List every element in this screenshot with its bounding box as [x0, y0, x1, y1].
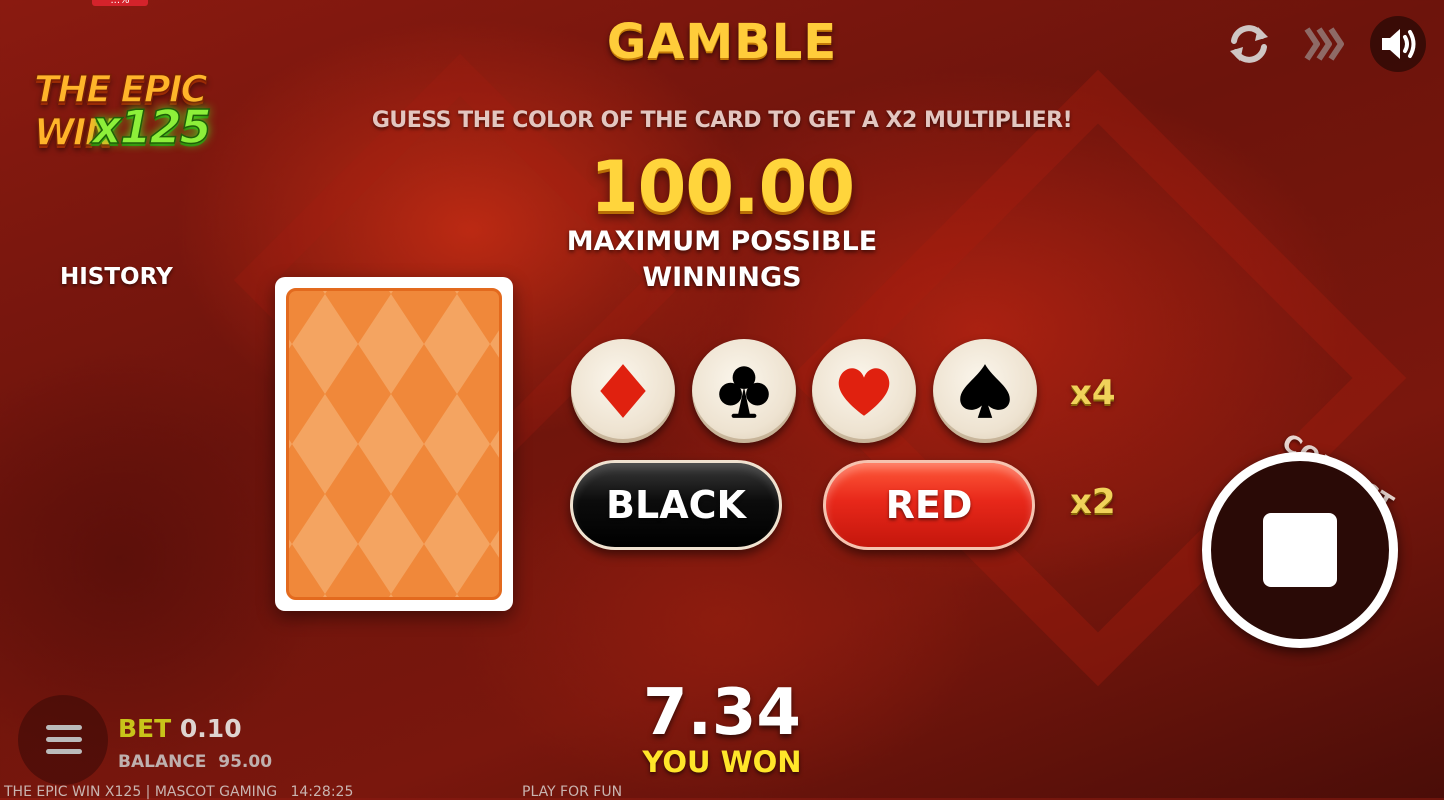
max-winnings-amount: 100.00: [589, 146, 855, 228]
game-logo: THE EPIC WIN x125: [30, 62, 290, 155]
max-winnings-label-line1: MAXIMUM POSSIBLE: [566, 226, 878, 257]
heart-icon: [838, 368, 890, 416]
win-label: YOU WON: [642, 745, 802, 779]
max-winnings-label: MAXIMUM POSSIBLE WINNINGS: [0, 224, 1444, 296]
turbo-button[interactable]: [1296, 16, 1352, 72]
top-tag: ...%: [92, 0, 148, 6]
suit-multiplier: x4: [1070, 373, 1116, 413]
sound-icon: [1382, 29, 1416, 59]
suit-spade-button[interactable]: [933, 339, 1037, 443]
diamond-icon: [600, 364, 646, 418]
fast-forward-icon: [1304, 27, 1344, 61]
history-label: HISTORY: [60, 264, 173, 290]
spade-icon: [960, 364, 1010, 418]
sound-button[interactable]: [1370, 16, 1426, 72]
card-pattern: [286, 288, 502, 600]
suit-diamond-button[interactable]: [571, 339, 675, 443]
black-button[interactable]: BLACK: [570, 460, 782, 550]
card-back: [275, 277, 513, 611]
card-diamond-pattern: [289, 291, 499, 597]
stop-icon: [1263, 513, 1337, 587]
instruction-text: GUESS THE COLOR OF THE CARD TO GET A X2 …: [371, 108, 1073, 133]
collect-button[interactable]: [1202, 452, 1398, 648]
suit-heart-button[interactable]: [812, 339, 916, 443]
red-button-label: RED: [885, 483, 973, 527]
refresh-button[interactable]: [1221, 16, 1277, 72]
refresh-icon: [1230, 25, 1268, 63]
club-icon: [719, 366, 769, 418]
win-amount: 7.34: [643, 676, 801, 750]
black-button-label: BLACK: [606, 483, 746, 527]
suit-club-button[interactable]: [692, 339, 796, 443]
color-multiplier: x2: [1070, 482, 1116, 522]
max-winnings-label-line2: WINNINGS: [642, 262, 802, 293]
red-button[interactable]: RED: [823, 460, 1035, 550]
